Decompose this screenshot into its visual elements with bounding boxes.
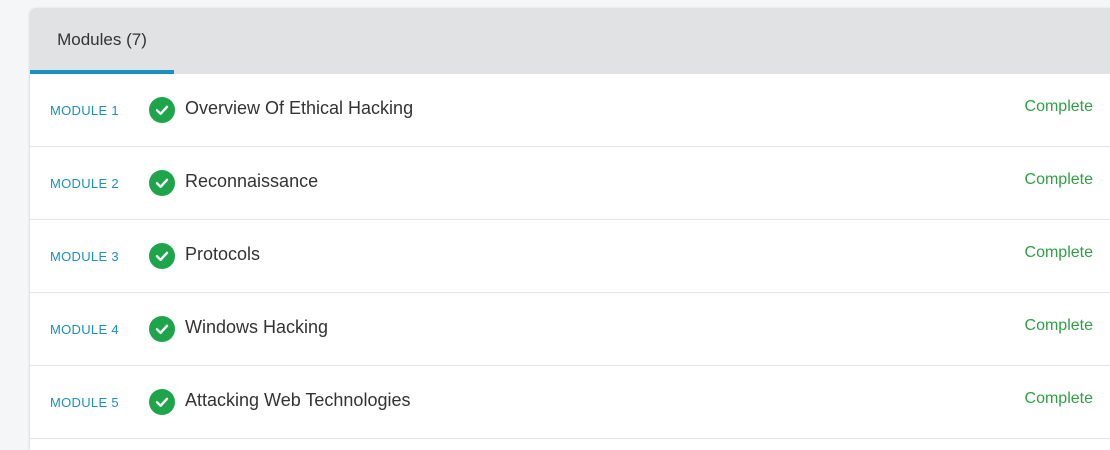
module-number: MODULE 1 [50, 103, 119, 118]
module-number: MODULE 3 [50, 249, 119, 264]
check-circle-icon [149, 243, 175, 269]
check-circle-icon [149, 316, 175, 342]
status-label: Complete [1024, 98, 1093, 115]
module-title: Windows Hacking [185, 317, 329, 337]
status-label: Complete [1024, 317, 1093, 334]
module-title: Attacking Web Technologies [185, 390, 411, 410]
status-label: Complete [1024, 171, 1093, 188]
modules-card: Modules (7) MODULE 1 Overview Of Ethical… [30, 8, 1110, 450]
status-label: Complete [1024, 390, 1093, 407]
module-row-3[interactable]: MODULE 3 Protocols Complete [30, 220, 1110, 293]
check-circle-icon [149, 97, 175, 123]
check-circle-icon [149, 170, 175, 196]
module-row-2[interactable]: MODULE 2 Reconnaissance Complete [30, 147, 1110, 220]
status-label: Complete [1024, 244, 1093, 261]
module-row-1[interactable]: MODULE 1 Overview Of Ethical Hacking Com… [30, 74, 1110, 147]
tab-modules-label: Modules (7) [57, 30, 147, 49]
tab-bar: Modules (7) [30, 8, 1110, 74]
module-title: Reconnaissance [185, 171, 319, 191]
module-number: MODULE 4 [50, 322, 119, 337]
module-list: MODULE 1 Overview Of Ethical Hacking Com… [30, 74, 1110, 439]
module-row-4[interactable]: MODULE 4 Windows Hacking Complete [30, 293, 1110, 366]
module-title: Overview Of Ethical Hacking [185, 98, 414, 118]
check-circle-icon [149, 389, 175, 415]
module-number: MODULE 2 [50, 176, 119, 191]
module-number: MODULE 5 [50, 395, 119, 410]
module-row-5[interactable]: MODULE 5 Attacking Web Technologies Comp… [30, 366, 1110, 439]
module-title: Protocols [185, 244, 261, 264]
tab-modules[interactable]: Modules (7) [30, 8, 174, 74]
